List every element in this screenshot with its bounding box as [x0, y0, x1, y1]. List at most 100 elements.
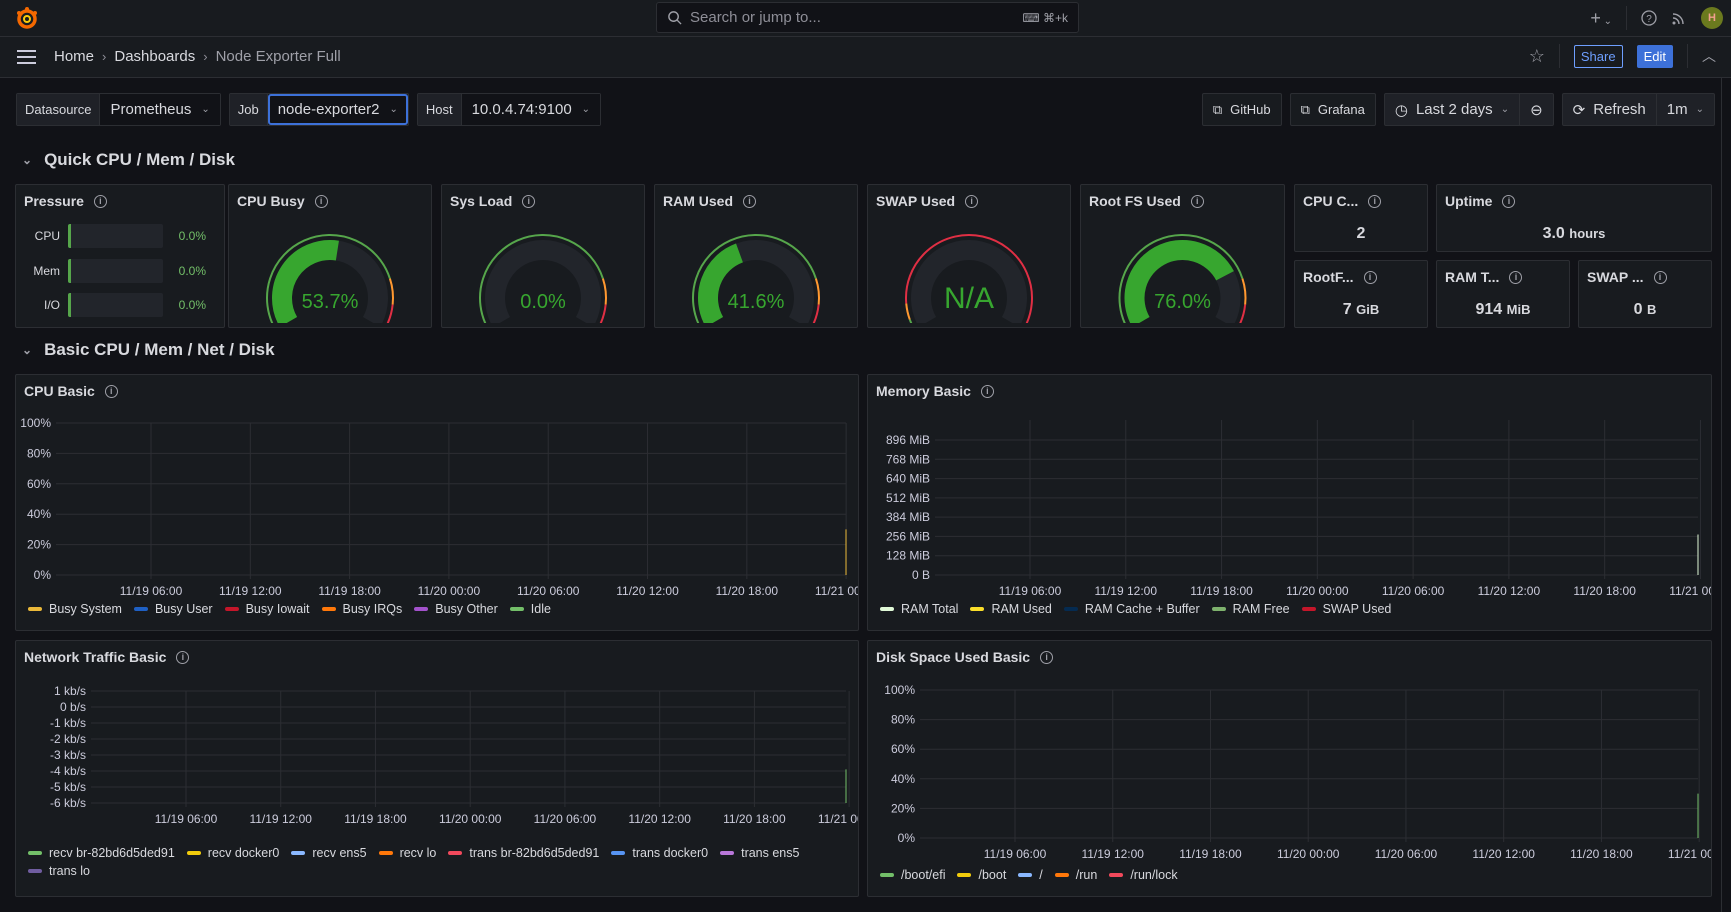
host-select[interactable]: 10.0.4.74:9100 ⌄ — [461, 94, 601, 125]
legend-label: / — [1039, 868, 1043, 882]
star-icon[interactable]: ☆ — [1529, 46, 1545, 67]
panel-root-fs-used: Root FS Used i 76.0% — [1080, 184, 1285, 328]
legend-item[interactable]: trans lo — [28, 864, 90, 878]
info-icon[interactable]: i — [965, 194, 979, 208]
info-icon[interactable]: i — [93, 194, 107, 208]
legend-label: Busy Other — [435, 602, 498, 616]
edit-button[interactable]: Edit — [1636, 44, 1673, 68]
chevron-down-icon: ⌄ — [22, 153, 33, 167]
legend-item[interactable]: RAM Total — [880, 602, 958, 616]
y-tick-label: 40% — [27, 507, 51, 521]
legend-item[interactable]: Busy System — [28, 602, 122, 616]
row-title: Quick CPU / Mem / Disk — [44, 150, 235, 169]
legend-item[interactable]: Busy User — [133, 602, 213, 616]
keyboard-icon: ⌨ — [1022, 10, 1043, 25]
legend-item[interactable]: Busy Other — [414, 602, 498, 616]
grafana-link[interactable]: ⧉ Grafana — [1289, 93, 1376, 126]
legend-swatch — [321, 607, 336, 611]
legend-item[interactable]: recv ens5 — [291, 846, 367, 860]
chart-plot[interactable]: 0 B 128 MiB 256 MiB 384 MiB 512 MiB 640 MiB 76… — [868, 375, 1711, 630]
legend-item[interactable]: trans ens5 — [720, 846, 799, 860]
menu-icon[interactable] — [17, 49, 36, 65]
breadcrumb-current: Node Exporter Full — [215, 48, 341, 65]
x-tick-label: 11/20 18:00 — [1573, 584, 1636, 598]
info-icon[interactable]: i — [1363, 270, 1377, 284]
info-icon[interactable]: i — [314, 194, 328, 208]
panel-network-basic: Network Traffic Basic i -6 kb/s -5 kb/s -4 … — [15, 640, 859, 897]
job-select[interactable]: node-exporter2 ⌄ — [267, 94, 408, 125]
legend-item[interactable]: /run/lock — [1109, 868, 1178, 882]
divider — [1687, 44, 1688, 68]
legend-item[interactable]: recv docker0 — [186, 846, 279, 860]
info-icon[interactable]: i — [1190, 194, 1204, 208]
legend-item[interactable]: trans br-82bd6d5ded91 — [448, 846, 599, 860]
breadcrumb-home[interactable]: Home — [54, 48, 94, 65]
info-icon[interactable]: i — [1368, 194, 1382, 208]
legend-swatch — [611, 851, 626, 855]
legend-item[interactable]: /boot — [957, 868, 1006, 882]
grafana-logo-icon[interactable] — [15, 6, 39, 30]
legend-item[interactable]: trans docker0 — [611, 846, 708, 860]
help-icon[interactable]: ? — [1641, 10, 1657, 26]
search-input[interactable]: Search or jump to... ⌨ ⌘+k — [656, 2, 1079, 33]
legend-item[interactable]: RAM Cache + Buffer — [1063, 602, 1200, 616]
interval-label: 1m — [1666, 101, 1688, 118]
plus-icon[interactable]: + ⌄ — [1590, 8, 1612, 29]
stat-unit: hours — [1569, 226, 1606, 241]
y-tick-label: -2 kb/s — [50, 732, 86, 746]
share-button[interactable]: Share — [1573, 44, 1623, 68]
panel-pressure: Pressure i CPU 0.0% Mem 0.0% I/O 0.0% — [15, 184, 225, 328]
legend-item[interactable]: RAM Used — [970, 602, 1052, 616]
variable-bar: Datasource Prometheus ⌄ Job node-exporter… — [16, 93, 602, 126]
news-icon[interactable] — [1671, 10, 1687, 26]
breadcrumb-dashboards[interactable]: Dashboards — [114, 48, 195, 65]
legend-item[interactable]: recv lo — [378, 846, 436, 860]
gauge: 0.0% — [479, 234, 607, 323]
avatar[interactable]: H — [1701, 7, 1723, 29]
legend-item[interactable]: recv br-82bd6d5ded91 — [28, 846, 175, 860]
chart-plot[interactable]: 0% 20% 40% 60% 80% 100% 11/19 06:00 11/19 12:00… — [868, 641, 1711, 896]
refresh-picker: ⟳ Refresh 1m ⌄ — [1561, 93, 1715, 126]
info-icon[interactable]: i — [522, 194, 536, 208]
row-basic[interactable]: ⌄ Basic CPU / Mem / Net / Disk — [22, 340, 275, 360]
y-tick-label: 100% — [20, 416, 51, 430]
chart-plot[interactable]: 0% 20% 40% 60% 80% 100% 11/19 06:00 11/19 12:00… — [16, 375, 858, 630]
dashboard-controls: ⧉ GitHub ⧉ Grafana ◷ Last 2 days ⌄ ⊖ ⟳ Refres… — [1201, 93, 1715, 126]
legend-item[interactable]: SWAP Used — [1301, 602, 1391, 616]
gauge: N/A — [905, 234, 1033, 323]
refresh-interval-select[interactable]: 1m ⌄ — [1655, 94, 1714, 125]
time-range-button[interactable]: ◷ Last 2 days ⌄ — [1385, 94, 1519, 125]
legend-item[interactable]: / — [1018, 868, 1043, 882]
refresh-button[interactable]: ⟳ Refresh — [1563, 94, 1656, 125]
info-icon[interactable]: i — [1653, 270, 1667, 284]
chevron-down-icon: ⌄ — [1500, 104, 1510, 115]
legend-item[interactable]: /boot/efi — [880, 868, 945, 882]
info-icon[interactable]: i — [1502, 194, 1516, 208]
zoom-out-button[interactable]: ⊖ — [1519, 94, 1553, 125]
select-value: 10.0.4.74:9100 — [471, 101, 572, 118]
gauge-value: 53.7% — [302, 291, 359, 313]
info-icon[interactable]: i — [1509, 270, 1523, 284]
row-quick[interactable]: ⌄ Quick CPU / Mem / Disk — [22, 150, 235, 170]
github-link[interactable]: ⧉ GitHub — [1201, 93, 1282, 126]
chevron-up-icon[interactable]: ︿ — [1702, 46, 1716, 66]
scrollbar[interactable] — [1721, 78, 1731, 912]
legend-label: RAM Cache + Buffer — [1084, 602, 1200, 616]
info-icon[interactable]: i — [743, 194, 757, 208]
pressure-bar — [68, 259, 163, 283]
variable-datasource: Datasource Prometheus ⌄ — [16, 93, 221, 126]
panel-ram-total: RAM T... i 914 MiB — [1436, 260, 1570, 328]
legend-item[interactable]: Busy Iowait — [224, 602, 310, 616]
y-tick-label: -6 kb/s — [50, 796, 86, 810]
legend-item[interactable]: /run — [1054, 868, 1097, 882]
legend-item[interactable]: Idle — [509, 602, 551, 616]
datasource-select[interactable]: Prometheus ⌄ — [100, 94, 220, 125]
y-tick-label: 20% — [27, 538, 51, 552]
legend-item[interactable]: RAM Free — [1211, 602, 1290, 616]
stat-unit: MiB — [1506, 302, 1531, 317]
legend-swatch — [28, 869, 42, 873]
stat-value: 3.0 hours — [1437, 225, 1711, 243]
pressure-io: I/O 0.0% — [26, 293, 206, 317]
pressure-value: 0.0% — [178, 229, 206, 243]
legend-item[interactable]: Busy IRQs — [321, 602, 402, 616]
